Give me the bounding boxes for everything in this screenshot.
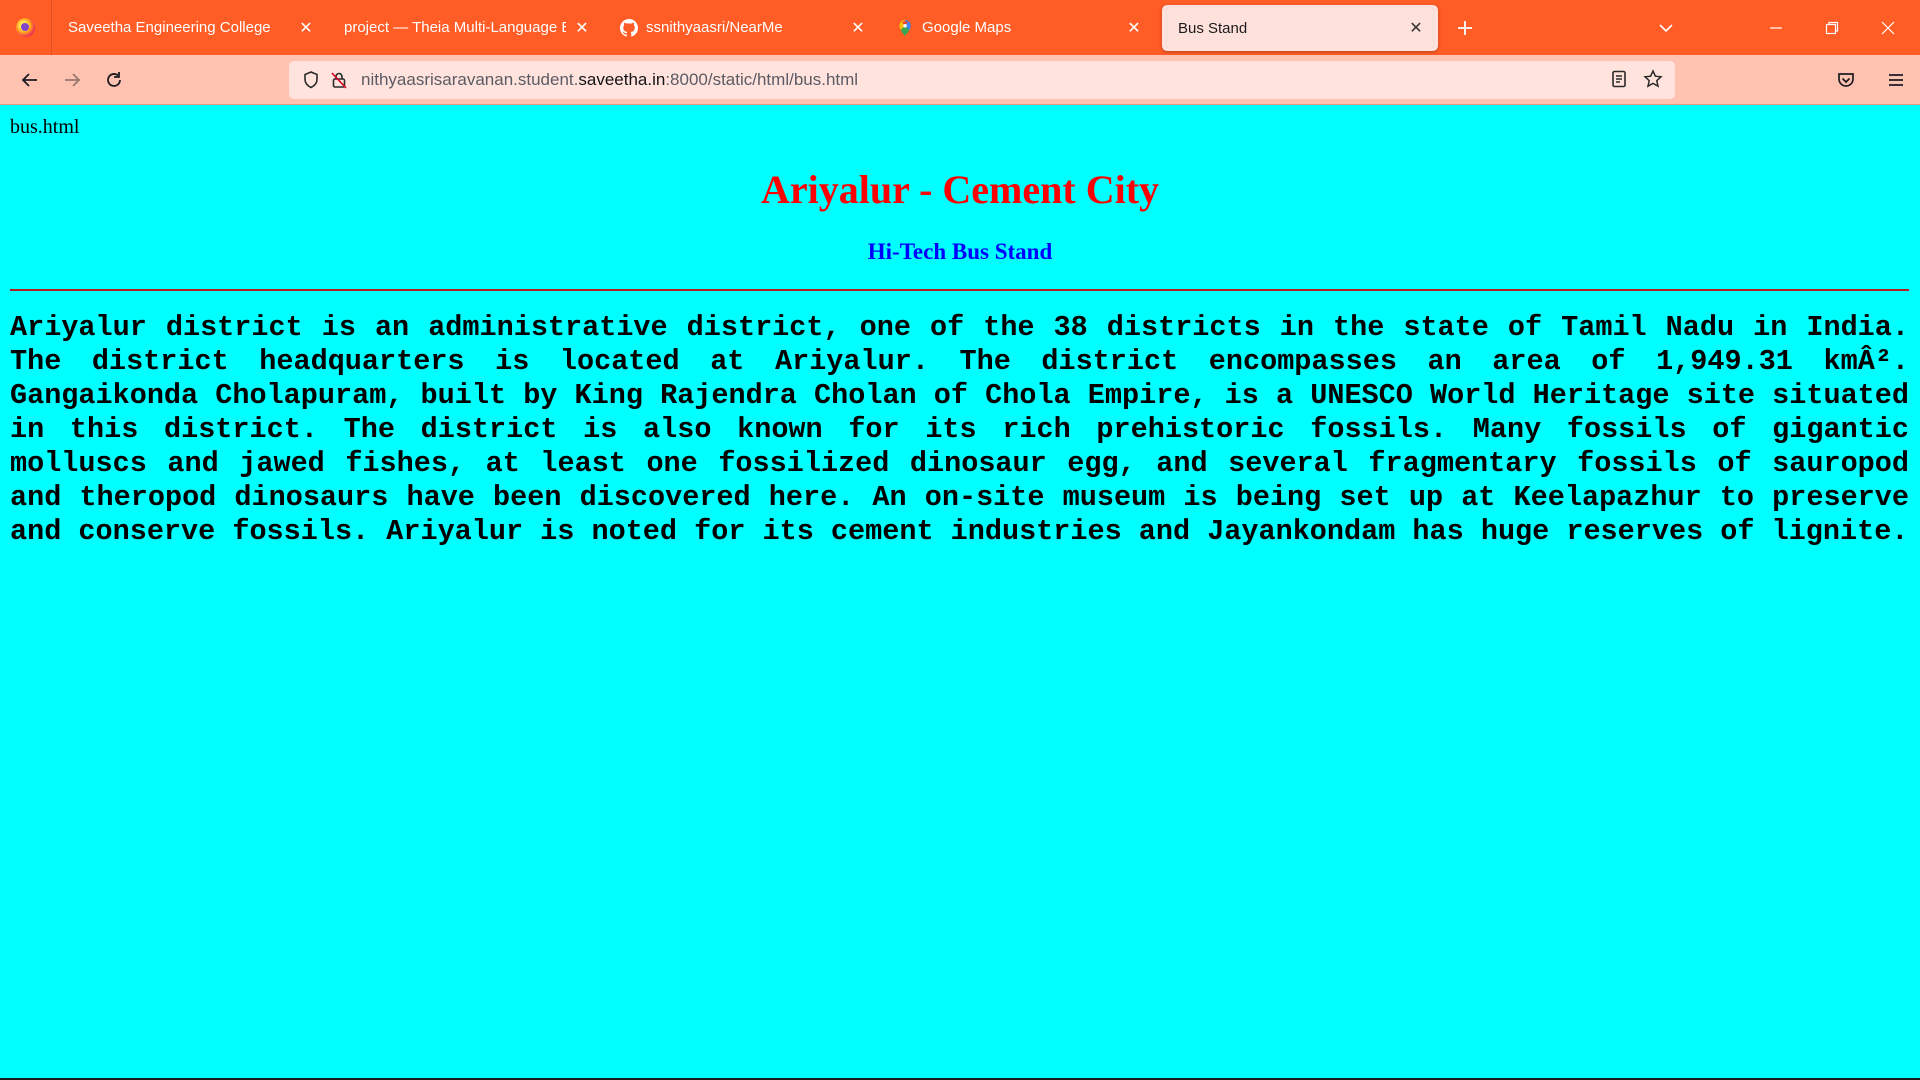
restore-icon — [1825, 21, 1839, 34]
address-bar[interactable]: nithyaasrisaravanan.student.saveetha.in:… — [289, 61, 1675, 99]
lock-slash-icon — [331, 72, 347, 89]
pocket-button[interactable] — [1828, 62, 1864, 98]
tab-title: project — Theia Multi-Language Ex — [344, 19, 566, 36]
close-icon[interactable]: ✕ — [848, 18, 868, 38]
minimize-button[interactable] — [1748, 0, 1804, 55]
close-icon[interactable]: ✕ — [296, 18, 316, 38]
shield-icon — [304, 71, 318, 89]
insecure-connection-lock-icon[interactable] — [325, 66, 353, 94]
page-title: Ariyalur - Cement City — [760, 167, 1160, 212]
close-window-button[interactable] — [1860, 0, 1916, 55]
reload-button[interactable] — [96, 62, 132, 98]
forward-button[interactable] — [54, 62, 90, 98]
tab-strip-spacer — [1492, 0, 1636, 55]
firefox-menu-button[interactable] — [0, 0, 52, 55]
plus-icon — [1458, 20, 1472, 35]
bookmark-button[interactable] — [1639, 65, 1667, 93]
tab-title: Saveetha Engineering College — [68, 19, 271, 36]
url-suffix: :8000/static/html/bus.html — [665, 70, 859, 89]
back-arrow-icon — [21, 72, 37, 87]
url-text[interactable]: nithyaasrisaravanan.student.saveetha.in:… — [361, 70, 858, 90]
hamburger-menu-icon — [1889, 74, 1903, 86]
restore-button[interactable] — [1804, 0, 1860, 55]
app-menu-button[interactable] — [1878, 62, 1914, 98]
tab-theia-project[interactable]: project — Theia Multi-Language Ex ✕ — [328, 0, 604, 55]
list-all-tabs-button[interactable] — [1636, 0, 1696, 55]
new-tab-button[interactable] — [1438, 0, 1492, 55]
close-icon[interactable]: ✕ — [1124, 18, 1144, 38]
reload-icon — [107, 71, 121, 87]
close-icon[interactable]: ✕ — [572, 18, 592, 38]
google-maps-icon — [899, 19, 911, 36]
forward-arrow-icon — [65, 72, 81, 87]
description-paragraph: Ariyalur district is an administrative d… — [10, 311, 1909, 548]
tab-strip: Saveetha Engineering College ✕ project —… — [0, 0, 1920, 55]
reader-view-button[interactable] — [1605, 65, 1633, 93]
github-icon — [620, 18, 638, 37]
tab-github-nearme[interactable]: ssnithyaasri/NearMe ✕ — [604, 0, 880, 55]
tracking-protection-shield-icon[interactable] — [297, 66, 325, 94]
pocket-icon — [1838, 73, 1854, 87]
toolbar-right-actions — [1820, 62, 1920, 98]
tab-title: Google Maps — [922, 19, 1012, 36]
minimize-icon — [1770, 26, 1782, 29]
address-bar-actions — [1605, 65, 1667, 93]
back-button[interactable] — [12, 62, 48, 98]
page-subtitle: Hi-Tech Bus Stand — [867, 239, 1053, 264]
horizontal-rule — [10, 289, 1909, 291]
reader-view-icon — [1612, 70, 1626, 88]
page-filename-label: bus.html — [10, 116, 80, 138]
tab-saveetha[interactable]: Saveetha Engineering College ✕ — [52, 0, 328, 55]
url-prefix: nithyaasrisaravanan.student. — [361, 70, 579, 89]
star-icon — [1643, 69, 1663, 88]
navigation-toolbar: nithyaasrisaravanan.student.saveetha.in:… — [0, 55, 1920, 105]
close-icon[interactable]: ✕ — [1406, 18, 1426, 38]
firefox-logo-icon — [16, 18, 35, 37]
page-content: bus.html Ariyalur - Cement City Hi-Tech … — [0, 106, 1920, 1080]
tab-google-maps[interactable]: Google Maps ✕ — [880, 0, 1156, 55]
url-domain: saveetha.in — [578, 70, 666, 89]
tab-title: Bus Stand — [1178, 19, 1248, 37]
tab-title: ssnithyaasri/NearMe — [646, 19, 783, 36]
tab-bus-stand[interactable]: Bus Stand ✕ — [1162, 5, 1438, 51]
chevron-down-icon — [1659, 23, 1673, 32]
close-window-icon — [1881, 21, 1895, 34]
